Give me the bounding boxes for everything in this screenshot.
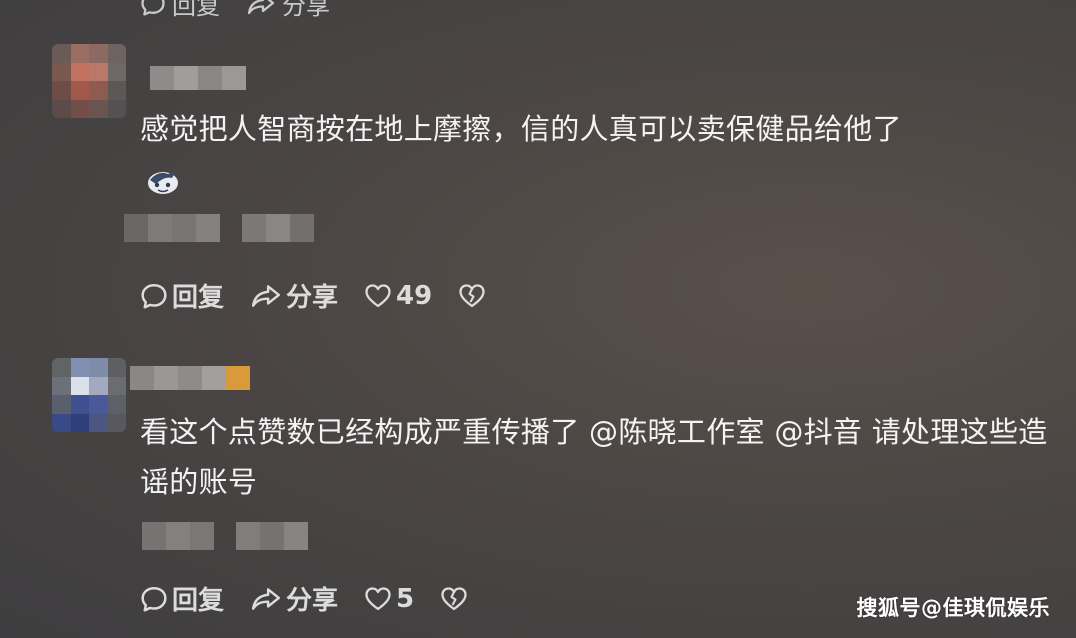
dislike-button[interactable]	[458, 283, 486, 309]
username[interactable]	[150, 66, 246, 90]
like-count: 5	[396, 583, 415, 614]
like-button[interactable]: 5	[364, 584, 414, 614]
share-label: 分享	[286, 283, 339, 313]
comment-meta	[142, 522, 308, 550]
reply-label: 回复	[172, 283, 225, 313]
comment-text: 感觉把人智商按在地上摩擦，信的人真可以卖保健品给他了	[140, 112, 902, 146]
reply-button[interactable]: 回复	[140, 277, 224, 314]
share-label: 分享	[286, 586, 339, 616]
comment-thread: 回复 分享 感觉把人智商按在地上摩擦，信的人真可以卖保健品给他了 回复 分享 4…	[0, 0, 1076, 638]
reply-button[interactable]: 回复	[140, 0, 220, 21]
comment-actions: 回复 分享 49	[140, 277, 512, 314]
comment-meta	[124, 214, 314, 242]
heart-icon	[365, 586, 391, 610]
reply-label: 回复	[172, 0, 220, 20]
reply-label: 回复	[172, 586, 225, 616]
broken-heart-icon	[459, 283, 485, 307]
comment-bubble-icon	[141, 283, 167, 309]
share-arrow-icon	[251, 284, 281, 307]
watermark: 搜狐号@佳琪侃娱乐	[856, 596, 1050, 620]
broken-heart-icon	[441, 586, 467, 610]
emoji-sticker-icon	[148, 171, 178, 194]
previous-comment-actions: 回复 分享	[140, 0, 330, 21]
share-label: 分享	[282, 0, 330, 20]
heart-icon	[365, 283, 391, 307]
comment-bubble-icon	[141, 0, 165, 16]
comment-bubble-icon	[141, 586, 167, 612]
like-button[interactable]: 49	[364, 281, 432, 311]
comment-actions: 回复 分享 5	[140, 580, 494, 617]
share-arrow-icon	[251, 587, 281, 610]
comment-text: 看这个点赞数已经构成严重传播了 @陈晓工作室 @抖音 请处理这些造谣的账号	[140, 415, 1048, 499]
share-button[interactable]: 分享	[250, 580, 338, 617]
avatar[interactable]	[52, 358, 126, 432]
avatar[interactable]	[52, 44, 126, 118]
like-count: 49	[396, 280, 433, 311]
username[interactable]	[130, 366, 250, 390]
reply-button[interactable]: 回复	[140, 580, 224, 617]
share-button[interactable]: 分享	[246, 0, 330, 21]
share-arrow-icon	[247, 0, 275, 14]
dislike-button[interactable]	[440, 586, 468, 612]
share-button[interactable]: 分享	[250, 277, 338, 314]
